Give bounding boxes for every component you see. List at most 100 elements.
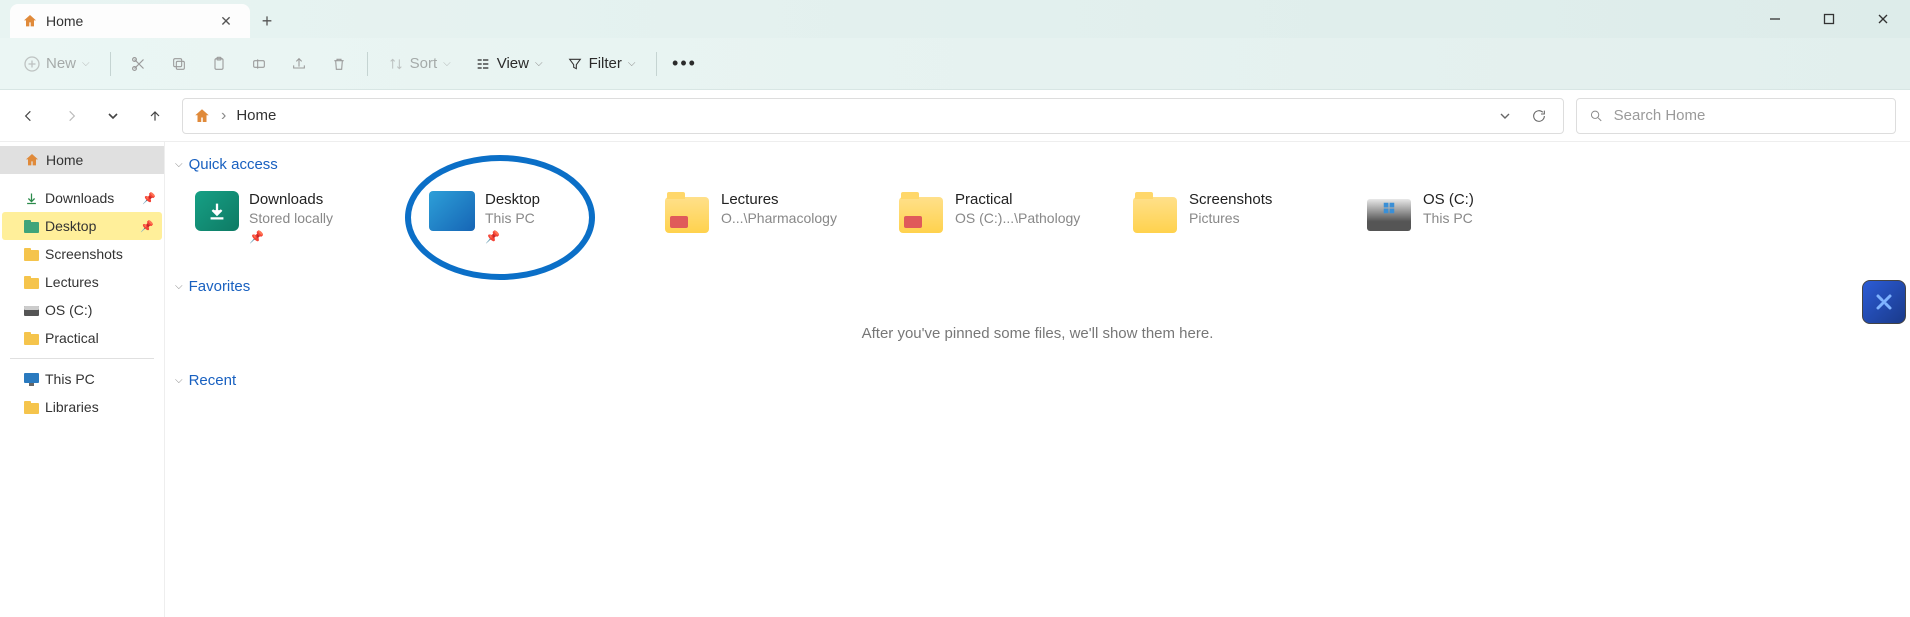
section-title: Recent xyxy=(189,372,237,389)
quick-access-lectures[interactable]: Lectures O...\Pharmacology xyxy=(657,185,891,250)
breadcrumb-separator: › xyxy=(221,107,226,125)
drive-icon xyxy=(24,304,39,317)
home-icon xyxy=(24,152,40,168)
search-input[interactable] xyxy=(1614,107,1883,124)
chevron-down-icon: ⌵ xyxy=(175,375,183,386)
window-controls xyxy=(1748,0,1910,38)
forward-button[interactable] xyxy=(56,101,86,131)
section-title: Quick access xyxy=(189,156,278,173)
close-tab-button[interactable]: ✕ xyxy=(214,9,238,33)
drive-icon xyxy=(1365,191,1413,239)
recent-locations-button[interactable] xyxy=(98,101,128,131)
sidebar-item-practical[interactable]: Practical xyxy=(0,324,164,352)
more-button[interactable]: ••• xyxy=(667,46,703,82)
desktop-icon xyxy=(429,191,475,231)
quick-access-os-c[interactable]: OS (C:) This PC xyxy=(1359,185,1593,250)
chevron-down-icon: ⌵ xyxy=(443,58,451,69)
chevron-down-icon: ⌵ xyxy=(175,281,183,292)
sidebar-item-desktop[interactable]: Desktop 📌 xyxy=(2,212,162,240)
new-tab-button[interactable]: + xyxy=(250,4,284,38)
refresh-button[interactable] xyxy=(1525,102,1553,130)
favorites-empty-text: After you've pinned some files, we'll sh… xyxy=(169,325,1906,342)
chevron-down-icon: ⌵ xyxy=(175,159,183,170)
pin-icon: 📌 xyxy=(249,230,333,244)
tab-title: Home xyxy=(46,13,206,29)
folder-icon xyxy=(897,191,945,239)
copy-button[interactable] xyxy=(161,46,197,82)
close-window-button[interactable] xyxy=(1856,0,1910,38)
address-dropdown-button[interactable] xyxy=(1491,102,1519,130)
search-icon xyxy=(1589,108,1604,124)
filter-button[interactable]: Filter ⌵ xyxy=(557,46,646,82)
address-bar[interactable]: › Home xyxy=(182,98,1564,134)
quick-access-practical[interactable]: Practical OS (C:)...\Pathology xyxy=(891,185,1125,250)
section-quick-access[interactable]: ⌵ Quick access xyxy=(175,156,1906,173)
trash-icon xyxy=(331,56,347,72)
share-button[interactable] xyxy=(281,46,317,82)
pin-icon: 📌 xyxy=(140,220,154,233)
pc-icon xyxy=(24,373,39,386)
item-name: OS (C:) xyxy=(1423,191,1474,208)
view-label: View xyxy=(497,55,529,72)
cut-button[interactable] xyxy=(121,46,157,82)
section-title: Favorites xyxy=(189,278,251,295)
clipboard-icon xyxy=(211,56,227,72)
content-area: ⌵ Quick access Downloads Stored locally … xyxy=(165,142,1910,617)
section-recent[interactable]: ⌵ Recent xyxy=(175,372,1906,389)
folder-icon xyxy=(24,332,39,345)
quick-access-screenshots[interactable]: Screenshots Pictures xyxy=(1125,185,1359,250)
folder-icon xyxy=(24,401,39,414)
copy-icon xyxy=(171,56,187,72)
rename-icon xyxy=(251,56,267,72)
sidebar-item-label: This PC xyxy=(45,371,95,387)
sidebar-item-label: Downloads xyxy=(45,190,114,206)
quick-access-downloads[interactable]: Downloads Stored locally 📌 xyxy=(189,185,423,250)
item-name: Screenshots xyxy=(1189,191,1272,208)
minimize-button[interactable] xyxy=(1748,0,1802,38)
share-icon xyxy=(291,56,307,72)
item-name: Lectures xyxy=(721,191,837,208)
folder-icon xyxy=(24,276,39,289)
toolbar-separator xyxy=(656,52,657,76)
view-button[interactable]: View ⌵ xyxy=(465,46,553,82)
maximize-button[interactable] xyxy=(1802,0,1856,38)
address-row: › Home xyxy=(0,90,1910,142)
sidebar-home-label: Home xyxy=(46,152,83,168)
paste-button[interactable] xyxy=(201,46,237,82)
home-icon xyxy=(22,13,38,29)
new-button[interactable]: New ⌵ xyxy=(14,46,100,82)
folder-icon xyxy=(663,191,711,239)
folder-icon xyxy=(1131,191,1179,239)
sort-button[interactable]: Sort ⌵ xyxy=(378,46,461,82)
sidebar-item-lectures[interactable]: Lectures xyxy=(0,268,164,296)
quick-access-desktop[interactable]: Desktop This PC 📌 xyxy=(423,185,657,250)
item-sub: Pictures xyxy=(1189,210,1272,226)
sidebar-item-os-c[interactable]: OS (C:) xyxy=(0,296,164,324)
delete-button[interactable] xyxy=(321,46,357,82)
quick-access-grid: Downloads Stored locally 📌 Desktop This … xyxy=(169,185,1906,250)
sidebar-home[interactable]: Home xyxy=(0,146,164,174)
toolbar: New ⌵ Sort ⌵ View ⌵ Filter ⌵ ••• xyxy=(0,38,1910,90)
sidebar-item-label: Practical xyxy=(45,330,99,346)
rename-button[interactable] xyxy=(241,46,277,82)
search-box[interactable] xyxy=(1576,98,1896,134)
download-icon xyxy=(24,191,39,206)
sidebar-item-screenshots[interactable]: Screenshots xyxy=(0,240,164,268)
toolbar-separator xyxy=(367,52,368,76)
view-icon xyxy=(475,56,491,72)
sidebar-item-label: Desktop xyxy=(45,218,96,234)
tab-home[interactable]: Home ✕ xyxy=(10,4,250,38)
sidebar-item-libraries[interactable]: Libraries xyxy=(0,393,164,421)
floating-app-icon[interactable] xyxy=(1862,280,1906,324)
chevron-down-icon: ⌵ xyxy=(628,58,636,69)
section-favorites[interactable]: ⌵ Favorites xyxy=(175,278,1906,295)
up-button[interactable] xyxy=(140,101,170,131)
back-button[interactable] xyxy=(14,101,44,131)
sidebar: Home Downloads 📌 Desktop 📌 Screenshots L… xyxy=(0,142,165,617)
item-name: Practical xyxy=(955,191,1080,208)
sidebar-item-downloads[interactable]: Downloads 📌 xyxy=(0,184,164,212)
sidebar-item-this-pc[interactable]: This PC xyxy=(0,365,164,393)
pin-icon: 📌 xyxy=(142,192,156,205)
breadcrumb-location[interactable]: Home xyxy=(236,107,276,124)
main-area: Home Downloads 📌 Desktop 📌 Screenshots L… xyxy=(0,142,1910,617)
